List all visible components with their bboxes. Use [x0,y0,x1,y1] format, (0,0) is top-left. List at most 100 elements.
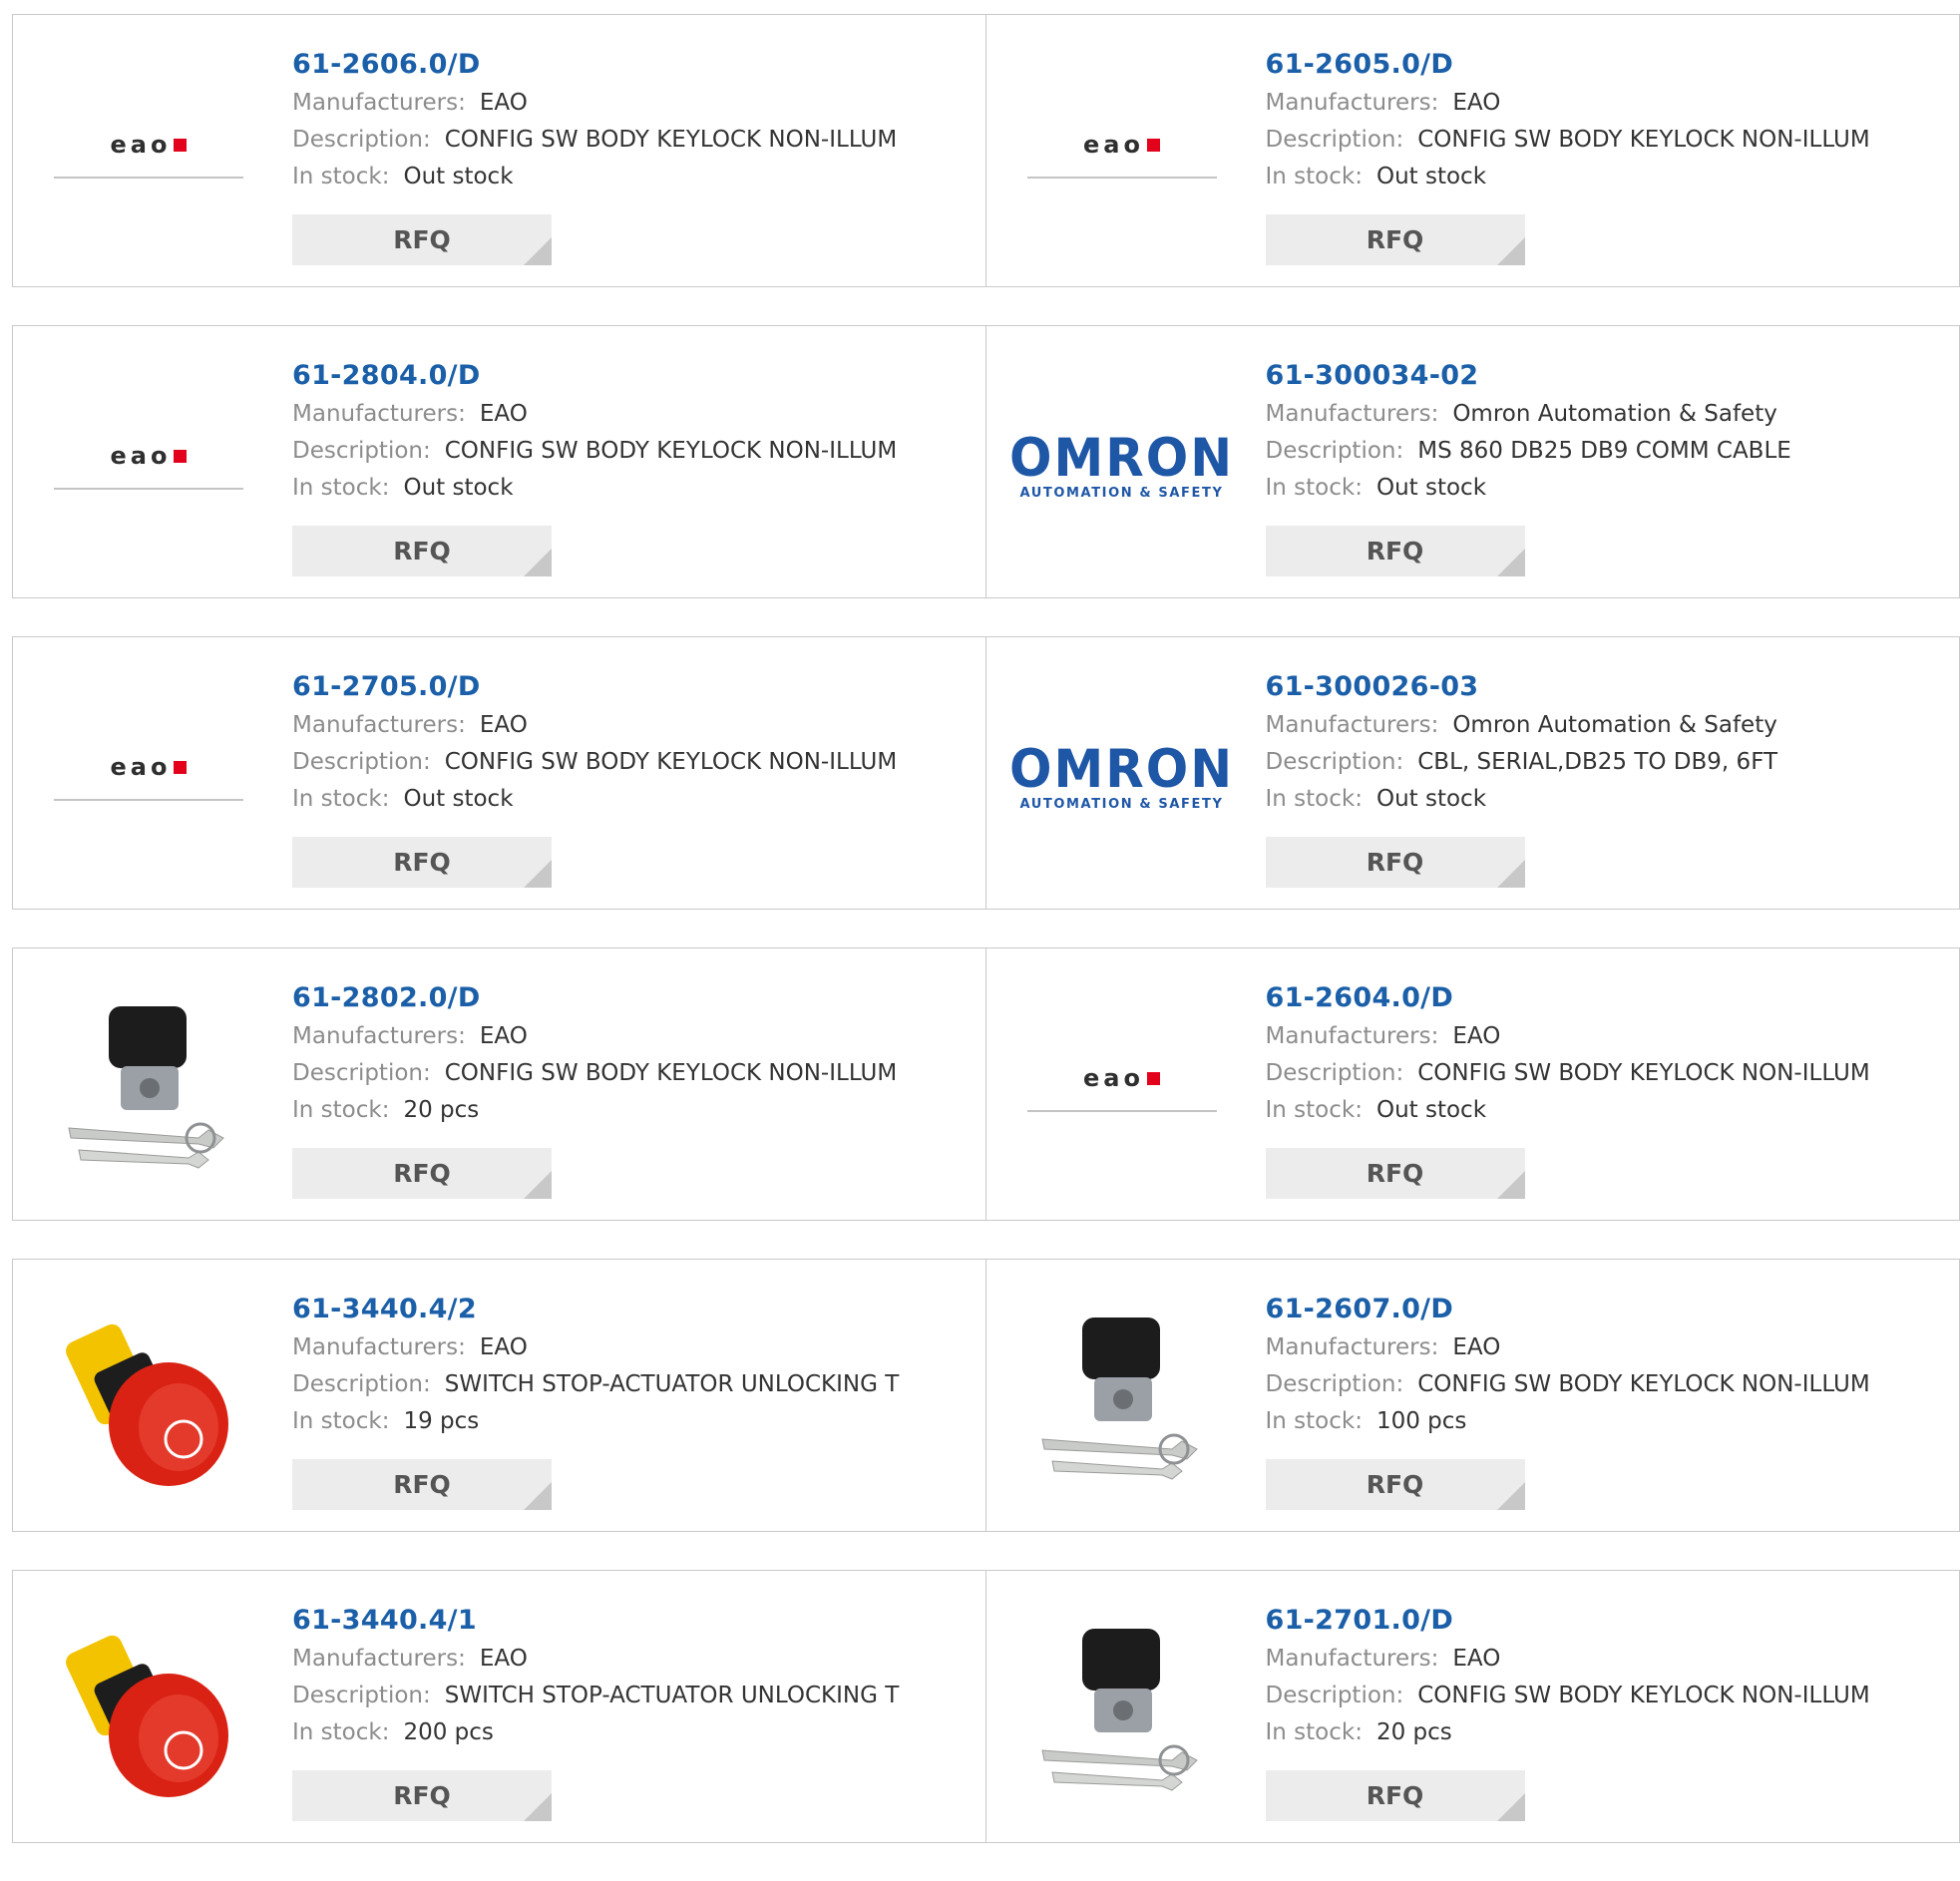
rfq-label: RFQ [393,1470,451,1499]
product-thumbnail[interactable] [49,988,248,1188]
stock-value: Out stock [403,475,513,501]
product-card: eao61-2606.0/DManufacturers:EAODescripti… [12,14,986,287]
manufacturer-line: Manufacturers: Omron Automation & Safety [1266,396,1791,433]
product-thumbnail[interactable]: OMRONAUTOMATION & SAFETY [1022,677,1222,877]
part-number-link[interactable]: 61-2705.0/D [292,667,897,707]
stock-value: Out stock [1376,1097,1486,1123]
manufacturer-label: Manufacturers: [292,90,466,116]
description-value: CONFIG SW BODY KEYLOCK NON-ILLUM [1417,1371,1869,1397]
manufacturer-value: EAO [1452,1334,1500,1360]
rfq-button[interactable]: RFQ [1266,1148,1525,1199]
part-number-link[interactable]: 61-2605.0/D [1266,45,1870,85]
manufacturer-line: Manufacturers:EAO [292,85,897,122]
part-number-link[interactable]: 61-300034-02 [1266,356,1791,396]
stock-label: In stock: [292,475,389,501]
product-thumbnail[interactable] [49,1611,248,1810]
stock-line: In stock:20 pcs [1266,1714,1870,1751]
manufacturer-label: Manufacturers: [292,1334,466,1360]
part-number-link[interactable]: 61-2802.0/D [292,978,897,1018]
description-label: Description: [292,1060,431,1086]
manufacturer-line: Manufacturers: EAO [292,1329,899,1366]
part-number-link[interactable]: 61-2701.0/D [1266,1601,1870,1641]
stock-line: In stock:Out stock [1266,159,1870,195]
part-number-link[interactable]: 61-2604.0/D [1266,978,1870,1018]
product-grid: eao 61-2606.0/D Manufacturers: EAO Descripti… [12,14,1960,1881]
stock-line: In stock:Out stock [1266,781,1778,818]
product-card: OMRONAUTOMATION & SAFETY61-300034-02Manu… [985,325,1960,598]
eao-logo: eao [1024,1064,1220,1112]
stock-line: In stock:Out stock [1266,470,1791,507]
stock-value: Out stock [403,786,513,812]
part-number-link[interactable]: 61-3440.4/1 [292,1601,899,1641]
product-thumbnail[interactable] [1022,1300,1222,1499]
product-thumbnail[interactable]: eao [1022,55,1222,254]
product-row: 61-3440.4/1Manufacturers:EAODescription:… [12,1570,1960,1843]
rfq-button[interactable]: RFQ [1266,1459,1525,1510]
stock-line: In stock: 20 pcs [292,1092,897,1129]
manufacturer-line: Manufacturers:EAO [292,1018,897,1055]
part-number-link[interactable]: 61-2804.0/D [292,356,897,396]
manufacturer-line: Manufacturers:EAO [1266,85,1870,122]
rfq-label: RFQ [393,1159,451,1188]
part-number-link[interactable]: 61-2606.0/D [292,45,897,85]
rfq-label: RFQ [1367,225,1424,254]
product-thumbnail[interactable]: eao [1022,988,1222,1188]
stock-label: In stock: [292,1097,389,1123]
eao-logo: eao [51,753,246,801]
rfq-button[interactable]: RFQ [1266,526,1525,576]
rfq-button[interactable]: RFQ [292,1148,552,1199]
product-info: 61-2804.0/DManufacturers:EAODescription:… [292,356,897,507]
manufacturer-label: Manufacturers: [1266,401,1439,427]
product-card: 61-3440.4/2 Manufacturers: EAO Description:… [12,1259,986,1532]
part-number-link[interactable]: 61-2607.0/D [1266,1290,1870,1329]
eao-logo: eao [51,131,246,179]
product-info: 61-3440.4/1Manufacturers:EAODescription:… [292,1601,899,1751]
rfq-button[interactable]: RFQ [292,1770,552,1821]
description-value: CONFIG SW BODY KEYLOCK NON-ILLUM [445,749,897,775]
product-thumbnail[interactable] [49,1300,248,1499]
manufacturer-value: EAO [480,1023,528,1049]
rfq-button[interactable]: RFQ [292,526,552,576]
product-thumbnail[interactable]: OMRONAUTOMATION & SAFETY [1022,366,1222,565]
rfq-label: RFQ [393,1781,451,1810]
product-thumbnail[interactable]: eao [49,677,248,877]
product-thumbnail[interactable] [1022,1611,1222,1810]
rfq-button[interactable]: RFQ [1266,214,1525,265]
rfq-button[interactable]: RFQ [292,1459,552,1510]
rfq-button[interactable]: RFQ [292,837,552,888]
manufacturer-value: EAO [480,1646,528,1672]
manufacturer-line: Manufacturers:EAO [292,396,897,433]
description-line: Description:CBL, SERIAL,DB25 TO DB9, 6FT [1266,744,1778,781]
part-number-link[interactable]: 61-300026-03 [1266,667,1778,707]
rfq-label: RFQ [1367,1159,1424,1188]
description-label: Description: [292,1371,431,1397]
description-value: CONFIG SW BODY KEYLOCK NON-ILLUM [1417,127,1869,153]
product-row: 61-2802.0/DManufacturers:EAODescription:… [12,947,1960,1221]
description-line: Description:CONFIG SW BODY KEYLOCK NON-I… [292,433,897,470]
rfq-button[interactable]: RFQ [292,214,552,265]
product-row: 61-3440.4/2 Manufacturers: EAO Description:… [12,1259,1960,1532]
product-thumbnail[interactable]: eao [49,55,248,254]
description-line: Description:CONFIG SW BODY KEYLOCK NON-I… [1266,122,1870,159]
stock-label: In stock: [292,164,389,189]
manufacturer-value: EAO [480,712,528,738]
rfq-label: RFQ [393,225,451,254]
product-info: 61-2802.0/DManufacturers:EAODescription:… [292,978,897,1129]
stock-value: 20 pcs [403,1097,479,1123]
rfq-button[interactable]: RFQ [1266,1770,1525,1821]
description-line: Description:MS 860 DB25 DB9 COMM CABLE [1266,433,1791,470]
stock-label: In stock: [292,786,389,812]
stock-value: Out stock [403,164,513,189]
description-label: Description: [1266,749,1404,775]
manufacturer-value: EAO [480,1334,528,1360]
manufacturer-value: Omron Automation & Safety [1452,401,1777,427]
product-thumbnail[interactable]: eao [49,366,248,565]
part-number-link[interactable]: 61-3440.4/2 [292,1290,899,1329]
stock-value: 100 pcs [1376,1408,1466,1434]
description-line: Description:CONFIG SW BODY KEYLOCK NON-I… [1266,1366,1870,1403]
description-line: Description:CONFIG SW BODY KEYLOCK NON-I… [292,1055,897,1092]
rfq-button[interactable]: RFQ [1266,837,1525,888]
manufacturer-line: Manufacturers:EAO [1266,1329,1870,1366]
stock-label: In stock: [292,1719,389,1745]
stock-value: Out stock [1376,164,1486,189]
